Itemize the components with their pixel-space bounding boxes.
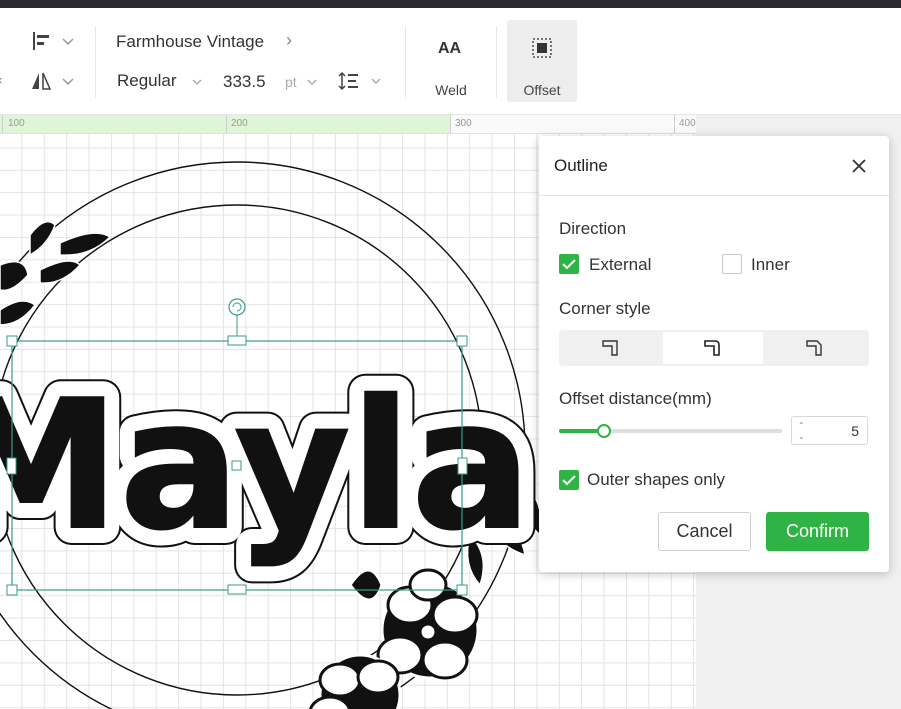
toolbar-divider	[496, 26, 497, 98]
corner-sharp-option[interactable]	[561, 332, 661, 364]
dialog-divider	[539, 195, 889, 196]
weld-icon: AA	[438, 40, 462, 56]
window-top-strip	[0, 0, 901, 8]
center-handle[interactable]	[231, 460, 242, 471]
close-icon[interactable]	[849, 156, 869, 176]
outer-shapes-only-label[interactable]: Outer shapes only	[587, 470, 725, 490]
chevron-right-icon[interactable]: ›	[286, 30, 292, 51]
outer-shapes-only-checkbox[interactable]	[559, 470, 579, 490]
resize-handle[interactable]	[456, 335, 468, 347]
mayla-text-group[interactable]: Mayla Mayla Mayla	[0, 344, 549, 587]
align-left-dropdown[interactable]	[30, 30, 76, 52]
align-left-icon	[33, 32, 49, 50]
checkmark-icon	[562, 475, 576, 486]
inner-checkbox[interactable]	[722, 254, 742, 274]
offset-distance-value[interactable]: 5	[851, 423, 859, 439]
line-spacing-icon	[338, 71, 358, 91]
arrange-partial-icon[interactable]: ‹	[0, 72, 2, 87]
resize-handle[interactable]	[6, 584, 18, 596]
outline-dialog: Outline Direction External Inner Corner …	[539, 136, 889, 572]
checkmark-icon	[562, 259, 576, 270]
leaf-branch-top-left[interactable]	[0, 220, 112, 326]
bevel-corner-icon	[806, 340, 822, 356]
flower-cluster[interactable]	[309, 568, 480, 709]
chevron-down-icon	[371, 78, 381, 84]
toolbar-divider	[405, 26, 406, 98]
confirm-button[interactable]: Confirm	[766, 512, 869, 551]
font-size-input[interactable]: 333.5	[223, 72, 266, 92]
slider-thumb[interactable]	[596, 424, 611, 438]
weld-button[interactable]: AA Weld	[416, 20, 486, 102]
direction-label: Direction	[559, 219, 627, 238]
resize-handle[interactable]	[456, 584, 468, 596]
font-unit-label: pt	[285, 74, 297, 90]
resize-handle[interactable]	[6, 335, 18, 347]
offset-distance-label: Offset distance(mm)	[559, 389, 712, 408]
flip-icon	[32, 72, 52, 90]
offset-distance-slider[interactable]	[559, 424, 782, 438]
resize-handle[interactable]	[6, 457, 17, 475]
round-corner-icon	[704, 340, 720, 356]
corner-round-option[interactable]	[663, 332, 763, 364]
toolbar: ‹ ‹ Farmhouse Vintage › Regular 333.5 pt…	[0, 8, 901, 115]
resize-handle[interactable]	[457, 457, 468, 475]
line-spacing-dropdown[interactable]	[338, 71, 383, 91]
corner-bevel-option[interactable]	[765, 332, 865, 364]
dialog-title: Outline	[554, 156, 608, 175]
offset-distance-stepper[interactable]: ⌃ ⌄ 5	[791, 416, 868, 445]
sharp-corner-icon	[602, 340, 618, 356]
font-family-select[interactable]: Farmhouse Vintage	[116, 32, 264, 52]
offset-button[interactable]: Offset	[507, 20, 577, 102]
toolbar-divider	[95, 26, 96, 98]
stepper-arrows-icon[interactable]: ⌃ ⌄	[798, 420, 808, 442]
corner-style-selector	[559, 330, 869, 366]
rotate-handle-icon[interactable]	[228, 298, 246, 316]
resize-handle[interactable]	[227, 584, 247, 595]
external-label[interactable]: External	[589, 255, 651, 275]
offset-icon	[532, 38, 552, 58]
svg-text:AA: AA	[438, 40, 462, 56]
chevron-down-icon[interactable]	[305, 75, 319, 89]
resize-handle[interactable]	[227, 335, 247, 346]
external-checkbox[interactable]	[559, 254, 579, 274]
chevron-down-icon[interactable]	[190, 75, 204, 89]
inner-label[interactable]: Inner	[751, 255, 790, 275]
chevron-down-icon	[62, 78, 74, 86]
corner-style-label: Corner style	[559, 299, 651, 318]
cancel-button[interactable]: Cancel	[658, 512, 751, 551]
mayla-text[interactable]: Mayla	[0, 361, 532, 570]
flip-dropdown[interactable]	[30, 70, 76, 92]
font-style-select[interactable]: Regular	[117, 71, 177, 91]
chevron-down-icon	[62, 38, 74, 46]
